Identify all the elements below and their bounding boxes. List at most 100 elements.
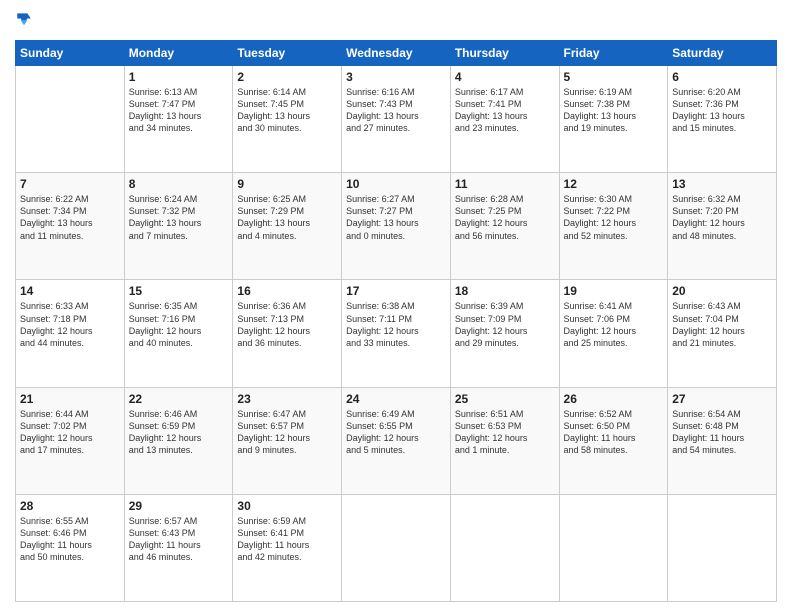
day-info: Sunrise: 6:55 AM Sunset: 6:46 PM Dayligh… xyxy=(20,515,120,564)
day-number: 6 xyxy=(672,70,772,84)
header-row: SundayMondayTuesdayWednesdayThursdayFrid… xyxy=(16,41,777,66)
calendar-cell: 7 Sunrise: 6:22 AM Sunset: 7:34 PM Daylig… xyxy=(16,173,125,280)
day-info: Sunrise: 6:46 AM Sunset: 6:59 PM Dayligh… xyxy=(129,408,229,457)
calendar-cell: 16 Sunrise: 6:36 AM Sunset: 7:13 PM Dayli… xyxy=(233,280,342,387)
calendar-header: SundayMondayTuesdayWednesdayThursdayFrid… xyxy=(16,41,777,66)
col-header-saturday: Saturday xyxy=(668,41,777,66)
day-info: Sunrise: 6:38 AM Sunset: 7:11 PM Dayligh… xyxy=(346,300,446,349)
day-info: Sunrise: 6:33 AM Sunset: 7:18 PM Dayligh… xyxy=(20,300,120,349)
day-info: Sunrise: 6:51 AM Sunset: 6:53 PM Dayligh… xyxy=(455,408,555,457)
day-number: 17 xyxy=(346,284,446,298)
col-header-tuesday: Tuesday xyxy=(233,41,342,66)
calendar-cell: 18Sunrise: 6:39 AM Sunset: 7:09 PM Dayli… xyxy=(450,280,559,387)
calendar-cell xyxy=(450,494,559,601)
day-info: Sunrise: 6:32 AM Sunset: 7:20 PM Dayligh… xyxy=(672,193,772,242)
day-info: Sunrise: 6:20 AM Sunset: 7:36 PM Dayligh… xyxy=(672,86,772,135)
calendar-cell xyxy=(342,494,451,601)
day-info: Sunrise: 6:54 AM Sunset: 6:48 PM Dayligh… xyxy=(672,408,772,457)
day-info: Sunrise: 6:59 AM Sunset: 6:41 PM Dayligh… xyxy=(237,515,337,564)
day-number: 1 xyxy=(129,70,229,84)
col-header-wednesday: Wednesday xyxy=(342,41,451,66)
header xyxy=(15,10,777,32)
calendar-body: 1Sunrise: 6:13 AM Sunset: 7:47 PM Daylig… xyxy=(16,66,777,602)
calendar-cell: 8 Sunrise: 6:24 AM Sunset: 7:32 PM Daylig… xyxy=(124,173,233,280)
day-number: 14 xyxy=(20,284,120,298)
day-info: Sunrise: 6:14 AM Sunset: 7:45 PM Dayligh… xyxy=(237,86,337,135)
logo-icon xyxy=(15,10,33,32)
day-info: Sunrise: 6:36 AM Sunset: 7:13 PM Dayligh… xyxy=(237,300,337,349)
week-row-4: 21Sunrise: 6:44 AM Sunset: 7:02 PM Dayli… xyxy=(16,387,777,494)
day-number: 4 xyxy=(455,70,555,84)
day-number: 13 xyxy=(672,177,772,191)
day-number: 11 xyxy=(455,177,555,191)
calendar-cell: 21Sunrise: 6:44 AM Sunset: 7:02 PM Dayli… xyxy=(16,387,125,494)
calendar-cell: 10 Sunrise: 6:27 AM Sunset: 7:27 PM Dayli… xyxy=(342,173,451,280)
day-number: 26 xyxy=(564,392,664,406)
calendar-cell: 5 Sunrise: 6:19 AM Sunset: 7:38 PM Daylig… xyxy=(559,66,668,173)
calendar-cell: 22 Sunrise: 6:46 AM Sunset: 6:59 PM Dayli… xyxy=(124,387,233,494)
calendar-cell: 28Sunrise: 6:55 AM Sunset: 6:46 PM Dayli… xyxy=(16,494,125,601)
day-info: Sunrise: 6:22 AM Sunset: 7:34 PM Dayligh… xyxy=(20,193,120,242)
calendar-cell: 24Sunrise: 6:49 AM Sunset: 6:55 PM Dayli… xyxy=(342,387,451,494)
calendar-cell: 29 Sunrise: 6:57 AM Sunset: 6:43 PM Dayli… xyxy=(124,494,233,601)
day-number: 3 xyxy=(346,70,446,84)
day-number: 5 xyxy=(564,70,664,84)
calendar-cell: 11 Sunrise: 6:28 AM Sunset: 7:25 PM Dayli… xyxy=(450,173,559,280)
day-info: Sunrise: 6:35 AM Sunset: 7:16 PM Dayligh… xyxy=(129,300,229,349)
calendar-cell: 27 Sunrise: 6:54 AM Sunset: 6:48 PM Dayli… xyxy=(668,387,777,494)
day-info: Sunrise: 6:17 AM Sunset: 7:41 PM Dayligh… xyxy=(455,86,555,135)
calendar-cell: 15 Sunrise: 6:35 AM Sunset: 7:16 PM Dayli… xyxy=(124,280,233,387)
day-number: 10 xyxy=(346,177,446,191)
day-info: Sunrise: 6:47 AM Sunset: 6:57 PM Dayligh… xyxy=(237,408,337,457)
day-number: 9 xyxy=(237,177,337,191)
day-number: 19 xyxy=(564,284,664,298)
col-header-thursday: Thursday xyxy=(450,41,559,66)
page: SundayMondayTuesdayWednesdayThursdayFrid… xyxy=(0,0,792,612)
calendar-cell xyxy=(668,494,777,601)
calendar-cell: 9 Sunrise: 6:25 AM Sunset: 7:29 PM Daylig… xyxy=(233,173,342,280)
day-info: Sunrise: 6:44 AM Sunset: 7:02 PM Dayligh… xyxy=(20,408,120,457)
day-info: Sunrise: 6:30 AM Sunset: 7:22 PM Dayligh… xyxy=(564,193,664,242)
day-info: Sunrise: 6:52 AM Sunset: 6:50 PM Dayligh… xyxy=(564,408,664,457)
col-header-sunday: Sunday xyxy=(16,41,125,66)
day-number: 30 xyxy=(237,499,337,513)
day-info: Sunrise: 6:25 AM Sunset: 7:29 PM Dayligh… xyxy=(237,193,337,242)
day-number: 27 xyxy=(672,392,772,406)
day-info: Sunrise: 6:57 AM Sunset: 6:43 PM Dayligh… xyxy=(129,515,229,564)
calendar-cell: 23 Sunrise: 6:47 AM Sunset: 6:57 PM Dayli… xyxy=(233,387,342,494)
week-row-2: 7 Sunrise: 6:22 AM Sunset: 7:34 PM Daylig… xyxy=(16,173,777,280)
day-info: Sunrise: 6:27 AM Sunset: 7:27 PM Dayligh… xyxy=(346,193,446,242)
day-number: 22 xyxy=(129,392,229,406)
day-number: 25 xyxy=(455,392,555,406)
day-number: 24 xyxy=(346,392,446,406)
calendar-cell xyxy=(16,66,125,173)
week-row-1: 1Sunrise: 6:13 AM Sunset: 7:47 PM Daylig… xyxy=(16,66,777,173)
day-info: Sunrise: 6:24 AM Sunset: 7:32 PM Dayligh… xyxy=(129,193,229,242)
day-number: 2 xyxy=(237,70,337,84)
logo xyxy=(15,10,35,32)
col-header-friday: Friday xyxy=(559,41,668,66)
col-header-monday: Monday xyxy=(124,41,233,66)
day-number: 15 xyxy=(129,284,229,298)
calendar-cell: 26 Sunrise: 6:52 AM Sunset: 6:50 PM Dayli… xyxy=(559,387,668,494)
day-number: 29 xyxy=(129,499,229,513)
week-row-3: 14 Sunrise: 6:33 AM Sunset: 7:18 PM Dayli… xyxy=(16,280,777,387)
day-info: Sunrise: 6:28 AM Sunset: 7:25 PM Dayligh… xyxy=(455,193,555,242)
calendar-cell: 1Sunrise: 6:13 AM Sunset: 7:47 PM Daylig… xyxy=(124,66,233,173)
week-row-5: 28Sunrise: 6:55 AM Sunset: 6:46 PM Dayli… xyxy=(16,494,777,601)
calendar-cell: 30 Sunrise: 6:59 AM Sunset: 6:41 PM Dayli… xyxy=(233,494,342,601)
calendar-cell: 6 Sunrise: 6:20 AM Sunset: 7:36 PM Daylig… xyxy=(668,66,777,173)
day-info: Sunrise: 6:16 AM Sunset: 7:43 PM Dayligh… xyxy=(346,86,446,135)
day-number: 8 xyxy=(129,177,229,191)
day-number: 16 xyxy=(237,284,337,298)
day-info: Sunrise: 6:39 AM Sunset: 7:09 PM Dayligh… xyxy=(455,300,555,349)
day-number: 20 xyxy=(672,284,772,298)
day-info: Sunrise: 6:43 AM Sunset: 7:04 PM Dayligh… xyxy=(672,300,772,349)
calendar-cell: 13 Sunrise: 6:32 AM Sunset: 7:20 PM Dayli… xyxy=(668,173,777,280)
day-number: 7 xyxy=(20,177,120,191)
day-number: 23 xyxy=(237,392,337,406)
day-info: Sunrise: 6:19 AM Sunset: 7:38 PM Dayligh… xyxy=(564,86,664,135)
calendar-cell: 20 Sunrise: 6:43 AM Sunset: 7:04 PM Dayli… xyxy=(668,280,777,387)
calendar-table: SundayMondayTuesdayWednesdayThursdayFrid… xyxy=(15,40,777,602)
calendar-cell: 12Sunrise: 6:30 AM Sunset: 7:22 PM Dayli… xyxy=(559,173,668,280)
